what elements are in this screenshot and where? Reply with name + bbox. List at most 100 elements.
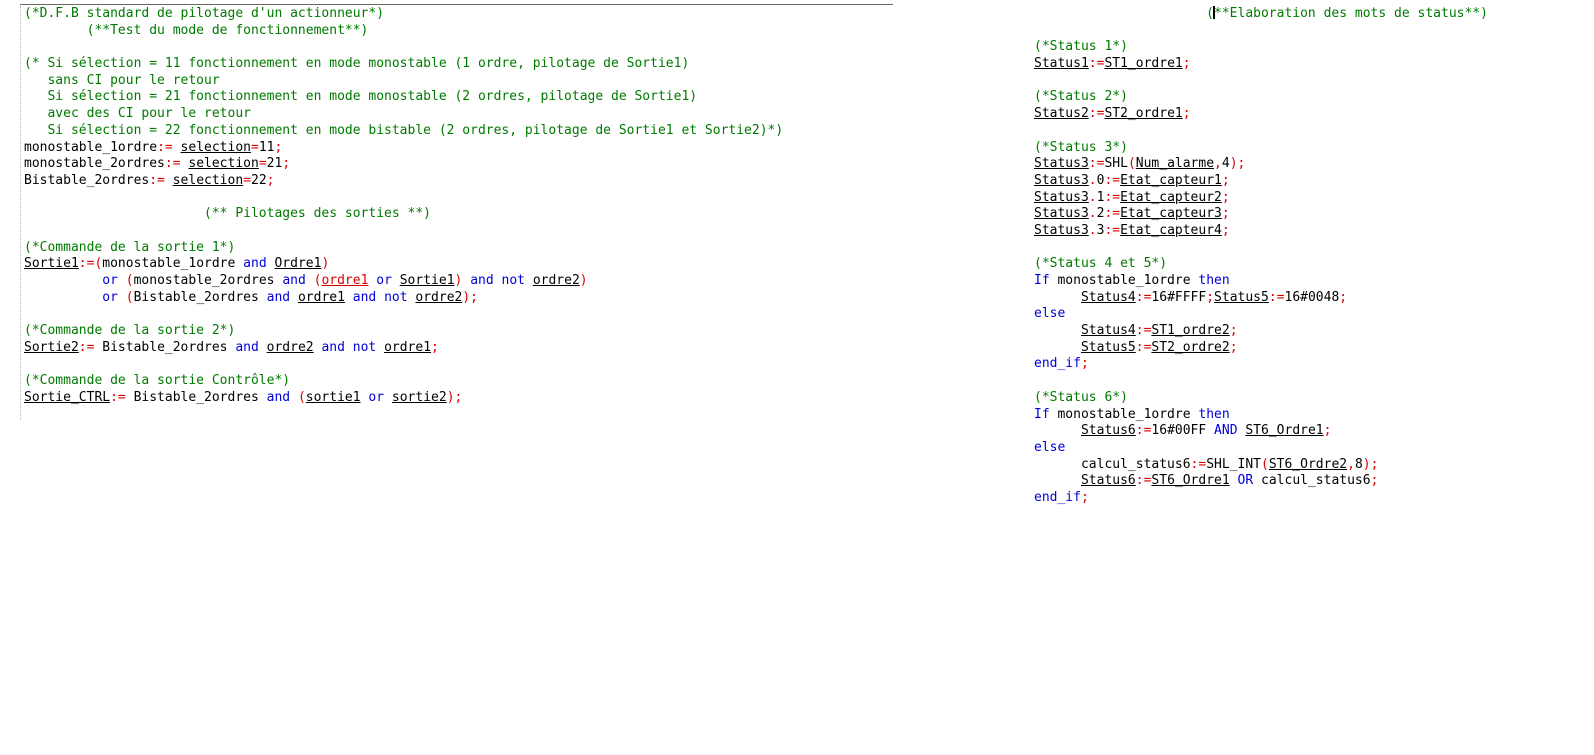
right-code-line[interactable] [1034, 373, 1488, 390]
code-token: sans CI pour le retour [24, 72, 220, 88]
right-code-line[interactable]: (*Status 1*) [1034, 39, 1488, 56]
left-code-line[interactable]: (** Pilotages des sorties **) [24, 206, 783, 223]
right-code-line[interactable]: Status4:=ST1_ordre2; [1034, 323, 1488, 340]
left-pane-code-block[interactable]: (*D.F.B standard de pilotage d'un action… [24, 6, 783, 407]
code-token: , [1214, 156, 1222, 172]
right-code-line[interactable]: (*Status 4 et 5*) [1034, 256, 1488, 273]
code-token: (*Status 4 et 5*) [1034, 256, 1168, 272]
top-divider-rule [20, 4, 893, 5]
left-pane-gutter-line [20, 6, 21, 420]
right-pane-code-block[interactable]: (**Elaboration des mots de status**) (*S… [1034, 6, 1488, 507]
code-token: (*Status 2*) [1034, 89, 1128, 105]
code-token: selection [188, 156, 259, 172]
left-code-line[interactable]: or (Bistable_2ordres and ordre1 and not … [24, 290, 783, 307]
code-token: (*Commande de la sortie 1*) [24, 239, 236, 255]
right-code-line[interactable] [1034, 73, 1488, 90]
right-code-line[interactable]: Status2:=ST2_ordre1; [1034, 106, 1488, 123]
left-code-line[interactable] [24, 190, 783, 207]
code-token: ); [1229, 156, 1246, 172]
left-code-line[interactable]: monostable_2ordres:= selection=21; [24, 156, 783, 173]
right-code-line[interactable]: (*Status 3*) [1034, 140, 1488, 157]
code-token: and [243, 256, 267, 272]
code-token: monostable_1ordre [24, 139, 158, 155]
code-pane-right[interactable]: (**Elaboration des mots de status**) (*S… [1010, 0, 1594, 505]
right-code-line[interactable]: end_if; [1034, 356, 1488, 373]
right-code-line[interactable]: else [1034, 440, 1488, 457]
code-token: avec des CI pour le retour [24, 106, 251, 122]
code-token: 11 [258, 139, 275, 155]
right-code-line[interactable]: Status4:=16#FFFF;Status5:=16#0048; [1034, 290, 1488, 307]
code-token: ); [1362, 456, 1379, 472]
right-code-line[interactable]: Status3.0:=Etat_capteur1; [1034, 173, 1488, 190]
right-code-line[interactable]: calcul_status6:=SHL_INT(ST6_Ordre2,8); [1034, 457, 1488, 474]
right-code-line[interactable] [1034, 240, 1488, 257]
code-token: monostable_1ordre [102, 256, 244, 272]
code-token: := [1135, 289, 1152, 305]
right-code-line[interactable]: Status1:=ST1_ordre1; [1034, 56, 1488, 73]
left-code-line[interactable]: or (monostable_2ordres and (ordre1 or So… [24, 273, 783, 290]
right-code-line[interactable]: If monostable_1ordre then [1034, 407, 1488, 424]
code-token: and [266, 289, 291, 305]
code-token: monostable_2ordres [133, 273, 283, 288]
left-code-line[interactable]: (*Commande de la sortie 1*) [24, 240, 783, 257]
code-token: AND [1214, 423, 1238, 439]
code-token: Si sélection = 22 fonctionnement en mode… [24, 122, 784, 138]
code-token: ; [1206, 289, 1215, 305]
code-token: or [102, 273, 118, 288]
left-code-line[interactable]: Sortie1:=(monostable_1ordre and Ordre1) [24, 256, 783, 273]
code-token: ST1_ordre2 [1151, 323, 1230, 339]
code-token: , [1347, 456, 1355, 472]
code-token: ; [1229, 339, 1238, 355]
left-code-line[interactable] [24, 39, 783, 56]
left-code-line[interactable]: (**Test du mode de fonctionnement**) [24, 23, 783, 40]
left-code-line[interactable]: (*D.F.B standard de pilotage d'un action… [24, 6, 783, 23]
left-code-line[interactable]: (*Commande de la sortie 2*) [24, 323, 783, 340]
code-token: Status3 [1034, 222, 1089, 238]
right-code-line[interactable] [1034, 23, 1488, 40]
left-code-line[interactable]: monostable_1ordre:= selection=11; [24, 140, 783, 157]
left-code-line[interactable]: sans CI pour le retour [24, 73, 783, 90]
code-token: ( [297, 389, 306, 405]
right-code-line[interactable]: Status5:=ST2_ordre2; [1034, 340, 1488, 357]
left-code-line[interactable] [24, 356, 783, 373]
left-code-line[interactable] [24, 306, 783, 323]
code-token: ( [125, 273, 134, 288]
right-code-line[interactable]: Status3:=SHL(Num_alarme,4); [1034, 156, 1488, 173]
right-code-line[interactable]: Status6:=16#00FF AND ST6_Ordre1; [1034, 423, 1488, 440]
code-token: 16#0048 [1284, 289, 1340, 305]
left-code-line[interactable]: (*Commande de la sortie Contrôle*) [24, 373, 783, 390]
left-code-line[interactable] [24, 223, 783, 240]
right-code-line[interactable]: (*Status 2*) [1034, 89, 1488, 106]
code-token: Si sélection = 21 fonctionnement en mode… [24, 89, 698, 105]
code-token: := [1135, 473, 1152, 489]
right-code-line[interactable]: Status3.2:=Etat_capteur3; [1034, 206, 1488, 223]
right-code-line[interactable]: else [1034, 306, 1488, 323]
code-token: := [149, 172, 165, 188]
right-code-line[interactable]: Status6:=ST6_Ordre1 OR calcul_status6; [1034, 473, 1488, 490]
code-token: OR [1237, 473, 1254, 489]
left-code-line[interactable]: Sortie_CTRL:= Bistable_2ordres and (sort… [24, 390, 783, 407]
left-code-line[interactable]: Sortie2:= Bistable_2ordres and ordre2 an… [24, 340, 783, 357]
code-token: Status3 [1034, 189, 1089, 205]
left-code-line[interactable]: Si sélection = 21 fonctionnement en mode… [24, 89, 783, 106]
left-code-line[interactable]: Bistable_2ordres:= selection=22; [24, 173, 783, 190]
left-code-line[interactable]: Si sélection = 22 fonctionnement en mode… [24, 123, 783, 140]
code-token: . [1088, 206, 1097, 222]
right-code-line[interactable]: Status3.1:=Etat_capteur2; [1034, 190, 1488, 207]
right-code-line[interactable]: Status3.3:=Etat_capteur4; [1034, 223, 1488, 240]
left-code-line[interactable]: avec des CI pour le retour [24, 106, 783, 123]
right-code-line[interactable]: (*Status 6*) [1034, 390, 1488, 407]
left-code-line[interactable]: (* Si sélection = 11 fonctionnement en m… [24, 56, 783, 73]
right-code-line[interactable] [1034, 123, 1488, 140]
right-code-line[interactable]: end_if; [1034, 490, 1488, 507]
right-code-line[interactable]: If monostable_1ordre then [1034, 273, 1488, 290]
code-token: ) [321, 256, 330, 272]
code-token: and not [470, 273, 525, 288]
code-pane-left[interactable]: (*D.F.B standard de pilotage d'un action… [0, 0, 1000, 420]
right-code-line[interactable]: (**Elaboration des mots de status**) [1034, 6, 1488, 23]
